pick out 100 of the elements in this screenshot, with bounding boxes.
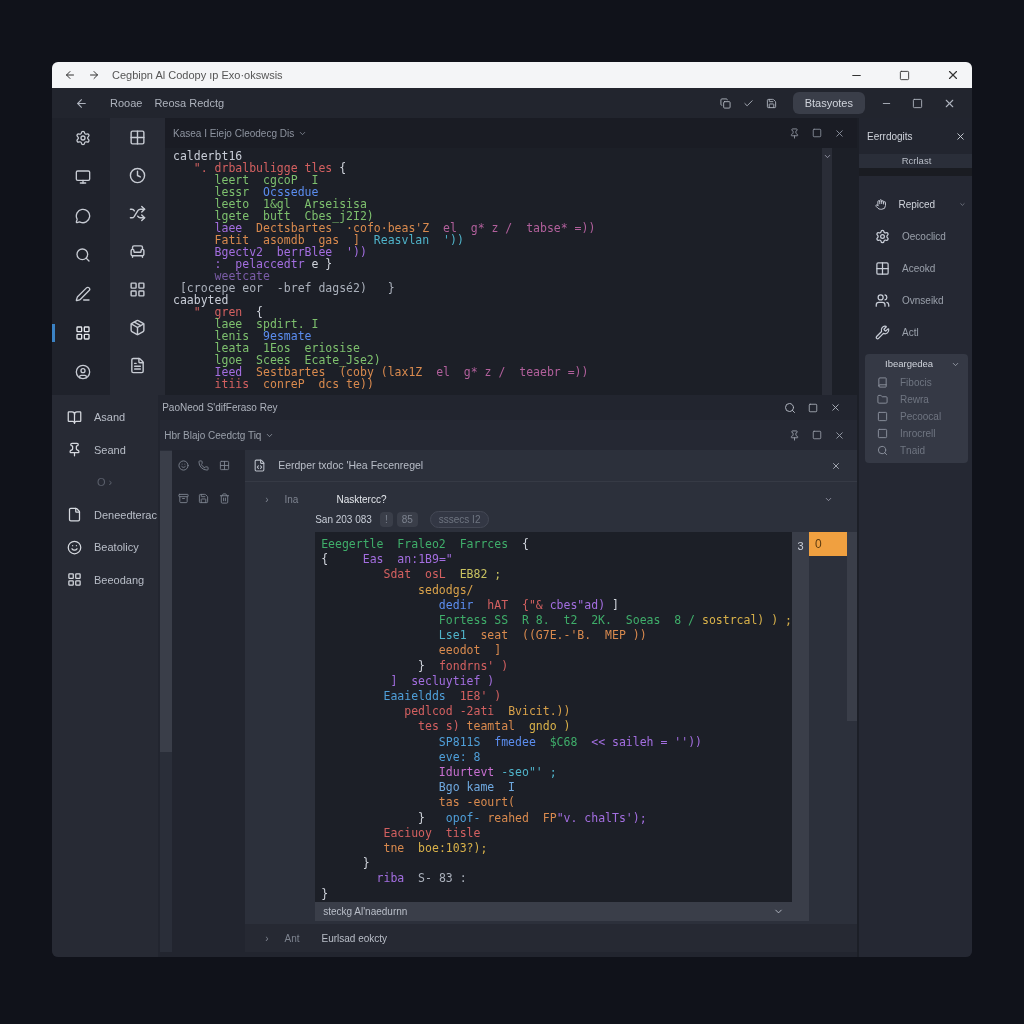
code-token: ". drbalbuligge tles (193, 161, 333, 175)
panel-item[interactable]: Actl (902, 324, 919, 340)
save-icon[interactable] (198, 493, 210, 504)
pin-icon (67, 442, 82, 458)
group-title[interactable]: Ibeargedea (885, 356, 934, 372)
scrollbar[interactable] (822, 148, 832, 395)
restore-icon[interactable] (912, 97, 923, 109)
caret-text: › (265, 931, 269, 946)
sidebar-item[interactable]: Beatolicy (94, 539, 139, 556)
scrollbar[interactable] (160, 451, 173, 752)
maximize-icon[interactable] (899, 69, 910, 81)
forward-icon[interactable] (88, 69, 100, 81)
code-footer: steckg Al'naedurnn (323, 904, 408, 919)
clock-icon[interactable] (129, 167, 146, 184)
panel-title: Eerrdogits (867, 129, 913, 144)
square-icon[interactable] (812, 430, 822, 440)
save-icon[interactable] (765, 97, 777, 109)
sidebar-item[interactable]: Beeodang (94, 571, 145, 588)
sidebar-item[interactable]: Asand (94, 409, 126, 426)
toolbar-item[interactable]: Reosa Redctg (154, 94, 225, 112)
chat-icon (74, 208, 91, 224)
code-token: Ieed (214, 365, 243, 379)
code-token: teamtal (466, 719, 516, 734)
pin-icon[interactable] (789, 127, 800, 139)
document-icon[interactable] (129, 357, 146, 374)
archive-icon[interactable] (178, 493, 190, 504)
panel-item[interactable]: Aceokd (902, 260, 936, 276)
code-token: Bgo kame I (438, 780, 516, 795)
grid-icon[interactable] (129, 281, 146, 298)
trash-icon[interactable] (218, 493, 230, 504)
grid-icon[interactable] (218, 460, 230, 471)
square-icon (877, 428, 888, 439)
code-token: cbes"ad) (549, 597, 606, 612)
folder-icon (877, 394, 888, 405)
phone-icon[interactable] (198, 460, 210, 471)
toolbar-item[interactable]: Rooae (110, 94, 143, 112)
code-token: Eas (362, 552, 384, 567)
code-token: lenis (214, 329, 250, 343)
search-icon[interactable] (784, 401, 796, 414)
close-icon[interactable] (946, 68, 960, 82)
grid-icon (74, 325, 91, 341)
grid-icon[interactable] (129, 129, 146, 146)
sidebar-item[interactable]: Deneedterac (94, 506, 157, 523)
code-token: lessr (214, 185, 250, 199)
code-token: { (339, 161, 347, 175)
code-token: tne (383, 841, 405, 856)
code-token: leata 1Eos eriosise (214, 341, 360, 355)
grid-icon (67, 572, 82, 588)
pen-icon (74, 286, 91, 302)
package-icon[interactable] (129, 319, 146, 336)
back-icon[interactable] (64, 69, 76, 81)
code-token: $C68 (549, 734, 578, 749)
code-token: sostrcal) ) ; (702, 613, 792, 627)
check-icon[interactable] (742, 97, 754, 109)
smile-icon[interactable] (178, 460, 190, 471)
hand-icon (875, 196, 887, 212)
code-token: Reasvlan ')) (373, 233, 464, 247)
code-token: cgcoP I (263, 173, 319, 187)
code-token: pedlcod -2ati (404, 704, 495, 719)
square-icon[interactable] (808, 402, 818, 413)
scrollbar[interactable] (847, 532, 857, 721)
chevron-icon[interactable] (824, 495, 833, 504)
book-icon (67, 409, 82, 425)
square-icon (877, 411, 888, 422)
code-token: Bvicit.)) (508, 704, 571, 719)
code-token: [crocepe eor -bref dagsé2) } (179, 281, 395, 295)
row-label: Ant (284, 931, 301, 946)
shuffle-icon[interactable] (129, 205, 146, 222)
minimap-badge: 0 (809, 532, 847, 556)
pin-icon[interactable] (789, 429, 800, 441)
close-icon[interactable] (955, 130, 966, 142)
panel-item[interactable]: Repiced (898, 196, 936, 212)
panel-item[interactable]: Ovnseikd (902, 292, 944, 308)
panel-title: PaoNeod S'difFeraso Rey (162, 401, 278, 415)
sidebar-item[interactable]: Seand (94, 441, 126, 458)
code-token: fmedee (494, 734, 536, 749)
close-icon[interactable] (831, 460, 841, 471)
panel-tab[interactable]: Rcrlast (901, 153, 932, 169)
code-token: tas -eourt( (438, 795, 516, 810)
code-token: seat ((G7E.-'B. MEP )) (480, 628, 647, 643)
back-icon[interactable] (74, 96, 88, 110)
close-icon[interactable] (834, 429, 845, 441)
copy-icon[interactable] (719, 97, 731, 109)
code-token: Idurtevt (438, 765, 495, 780)
code-token: Sdat osL (383, 567, 446, 582)
code-token: Eaciuoy tisle (383, 825, 481, 840)
info-badge: ! (379, 512, 393, 527)
code-token: eeodot ] (438, 643, 502, 658)
code-token: lgoe Scees Ecate_Jse2) (214, 353, 381, 367)
close-icon[interactable] (834, 127, 845, 139)
code-token: Lse1 (438, 628, 467, 643)
panel-item[interactable]: Oecoclicd (902, 228, 946, 244)
editor-tab[interactable]: Kasea I Eiejo Cleodecg Dis (173, 125, 308, 141)
toolbar-button[interactable]: Btasyotes (792, 91, 865, 115)
info-label: San 203 083 (315, 513, 372, 527)
code-token: e } (311, 257, 333, 271)
close-icon[interactable] (830, 402, 841, 413)
chair-icon[interactable] (129, 243, 146, 260)
panel-tab[interactable]: Hbr Blajo Ceedctg Tiq (164, 427, 275, 443)
split-icon[interactable] (812, 128, 822, 138)
